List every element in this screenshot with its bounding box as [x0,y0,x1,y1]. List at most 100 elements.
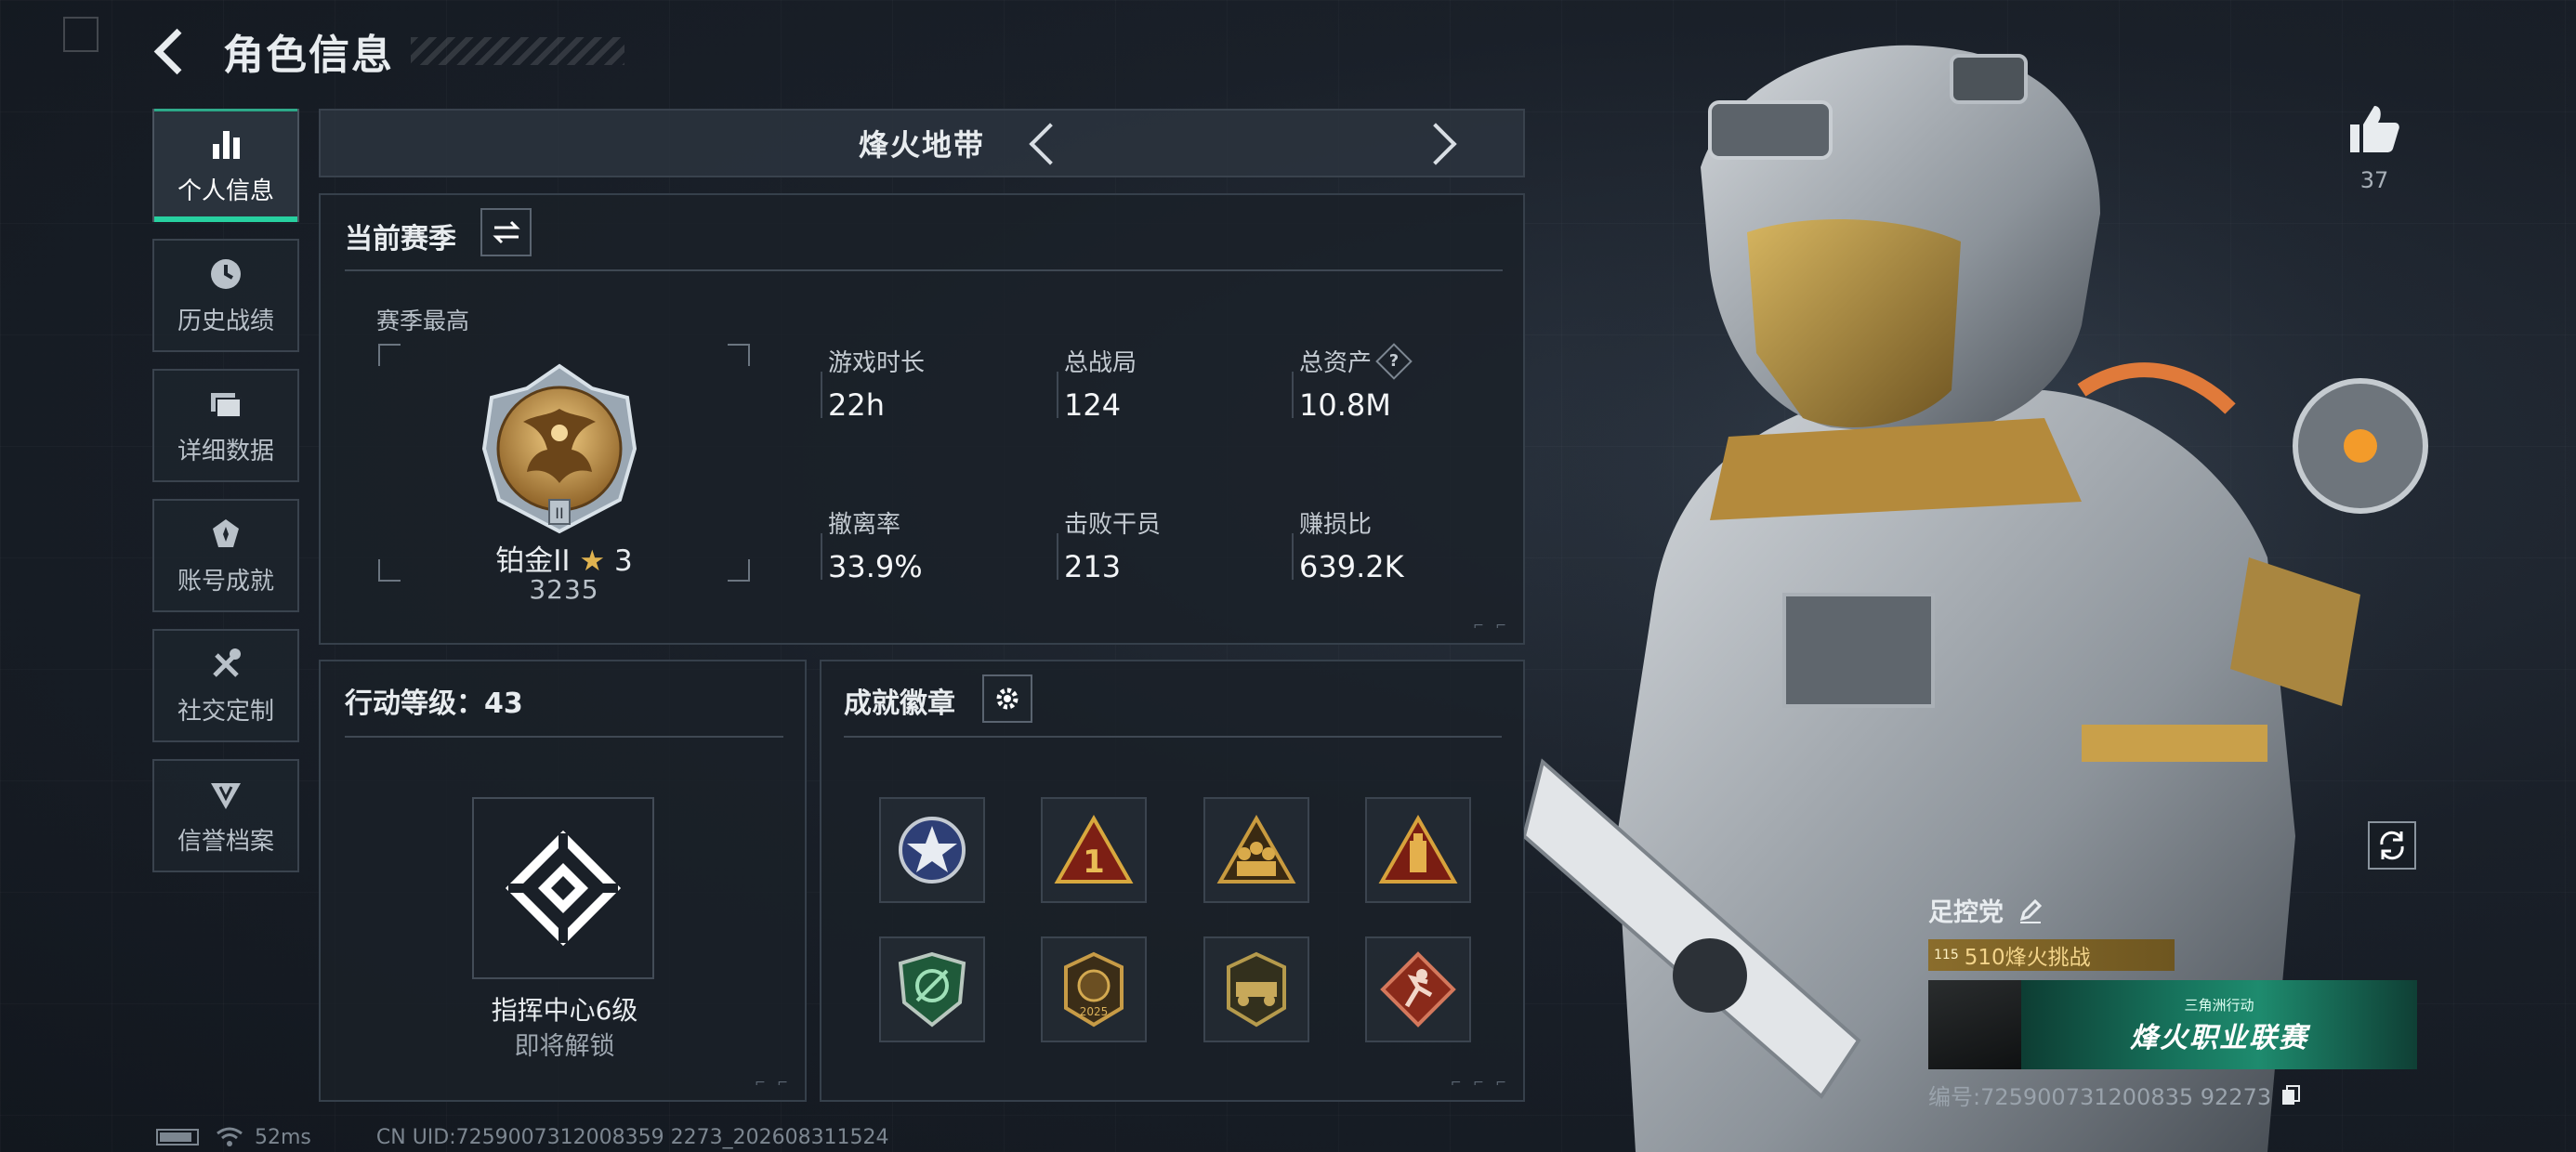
action-level-title: 行动等级：43 [345,687,523,720]
prev-mode-arrow-icon[interactable] [1020,120,1067,166]
stat-play-time: 游戏时长 22h [821,344,1032,423]
help-icon[interactable]: ? [1375,342,1413,380]
tag-emblem: 115 [1934,948,1959,962]
badge-green-shield[interactable] [879,936,985,1042]
sidebar-item-label: 信誉档案 [177,827,274,856]
command-center-emblem-icon [505,830,622,947]
svg-text:2025: 2025 [1080,1005,1109,1018]
sidebar-item-achievements[interactable]: 账号成就 [152,499,299,612]
achievements-title: 成就徽章 [844,687,955,720]
player-card: 足控党 115 510烽火挑战 三角洲行动 烽火职业联赛 编号:72590073… [1928,892,2421,1111]
sidebar-item-personal-info[interactable]: 个人信息 [152,109,299,222]
tools-icon [207,646,244,683]
stat-label: 总战局 [1064,349,1137,377]
stat-value: 124 [1064,387,1122,423]
sidebar-item-detailed-data[interactable]: 详细数据 [152,369,299,482]
reputation-shield-icon [207,776,244,813]
sidebar-item-label: 社交定制 [177,697,274,726]
star-emblem-badge-icon [899,817,966,884]
sidebar-item-label: 详细数据 [177,437,274,465]
svg-text:1: 1 [1083,844,1105,881]
stat-label-text: 总资产 [1299,349,1373,377]
player-id-row: 编号:725900731200835 92273 [1928,1079,2421,1111]
sidebar-item-label: 个人信息 [177,177,274,205]
profile-banner[interactable]: 三角洲行动 烽火职业联赛 [1928,980,2417,1069]
svg-text:II: II [555,504,563,522]
help-glyph: ? [1388,350,1400,371]
achievements-panel: 成就徽章 1 2025 ⌐ ⌐ ⌐ [820,660,1525,1102]
rank-frame: II 铂金II ★ 3 3235 [378,344,750,605]
title-tag[interactable]: 115 510烽火挑战 [1928,939,2175,971]
badge-star-emblem[interactable] [879,797,985,903]
rank-score: 3235 [529,574,599,605]
stat-divider [1292,533,1294,580]
stat-divider [1057,533,1058,580]
green-shield-badge-icon [898,951,966,1028]
badge-year-2025[interactable]: 2025 [1041,936,1147,1042]
copy-icon[interactable] [2280,1084,2301,1106]
corner-decoration [63,17,99,52]
title-stripe-decoration [411,37,624,65]
triangle-tower-badge-icon [1378,814,1458,884]
folder-icon [207,386,244,423]
badge-settings-button[interactable] [982,674,1032,723]
back-arrow-icon[interactable] [153,28,200,74]
badge-squad[interactable] [1203,797,1309,903]
battery-icon [156,1129,199,1145]
history-clock-icon [207,255,244,293]
avatar [1928,980,2021,1069]
sidebar-item-label: 账号成就 [177,567,274,596]
swap-season-button[interactable] [480,208,532,256]
command-center-tile[interactable] [472,797,654,979]
star-icon: ★ [579,544,606,578]
stat-divider [821,372,822,418]
divider [345,736,783,738]
sidebar-item-social-custom[interactable]: 社交定制 [152,629,299,742]
triangle-squad-badge-icon [1216,814,1296,884]
season-panel: 当前赛季 赛季最高 II 铂金II ★ 3 3235 游戏时长 22h 总战局 … [319,193,1525,645]
sidebar-item-reputation[interactable]: 信誉档案 [152,759,299,872]
like-widget: 37 [2342,102,2407,193]
stat-kills: 击败干员 213 [1057,505,1268,584]
title-tag-text: 510烽火挑战 [1964,946,2091,970]
next-mode-arrow-icon[interactable] [1417,120,1464,166]
stat-label: 赚损比 [1299,511,1373,539]
rank-name: 铂金II ★ 3 [378,537,750,579]
platinum-rank-eagle-icon: II [481,363,637,534]
banner-title: 烽火职业联赛 [2130,1021,2308,1054]
badge-runner[interactable] [1365,936,1471,1042]
stat-divider [821,533,822,580]
edit-pencil-icon[interactable] [2017,897,2044,924]
rotate-icon [2380,831,2404,860]
swap-arrows-icon [492,220,520,244]
rotate-model-button[interactable] [2368,821,2416,870]
action-level-panel: 行动等级：43 指挥中心6级 即将解锁 ⌐ ⌐ [319,660,807,1102]
bracket-decoration [378,344,401,366]
gear-icon [996,687,1019,710]
rank-tier: 铂金II [495,544,571,578]
corner-decoration: ⌐ ⌐ [1473,619,1510,634]
stat-total-assets: 总资产? 10.8M [1292,342,1504,423]
stat-label: 击败干员 [1064,511,1162,539]
stat-total-matches: 总战局 124 [1057,344,1268,423]
badge-tower[interactable] [1365,797,1471,903]
badge-number-one[interactable]: 1 [1041,797,1147,903]
year-2025-badge-icon: 2025 [1064,951,1124,1028]
banner-art: 三角洲行动 烽火职业联赛 [2021,980,2417,1069]
bracket-decoration [728,344,750,366]
command-center-name: 指挥中心6级 [491,995,638,1026]
player-id: 编号:725900731200835 92273 [1928,1084,2272,1110]
thumbs-up-icon[interactable] [2346,102,2402,154]
stat-value: 22h [828,387,885,423]
stat-extract-rate: 撤离率 33.9% [821,505,1032,584]
bar-chart-icon [207,125,244,163]
stat-profit-ratio: 赚损比 639.2K [1292,505,1504,584]
badge-vehicle[interactable] [1203,936,1309,1042]
status-bar: 52ms CN UID:7259007312008359 2273_202608… [156,1124,889,1150]
sidebar-item-history[interactable]: 历史战绩 [152,239,299,352]
diamond-runner-badge-icon [1380,951,1456,1028]
like-count: 37 [2359,167,2389,193]
mode-title: 烽火地带 [858,127,985,163]
page-title: 角色信息 [223,32,394,79]
achievement-medal-icon [207,516,244,553]
